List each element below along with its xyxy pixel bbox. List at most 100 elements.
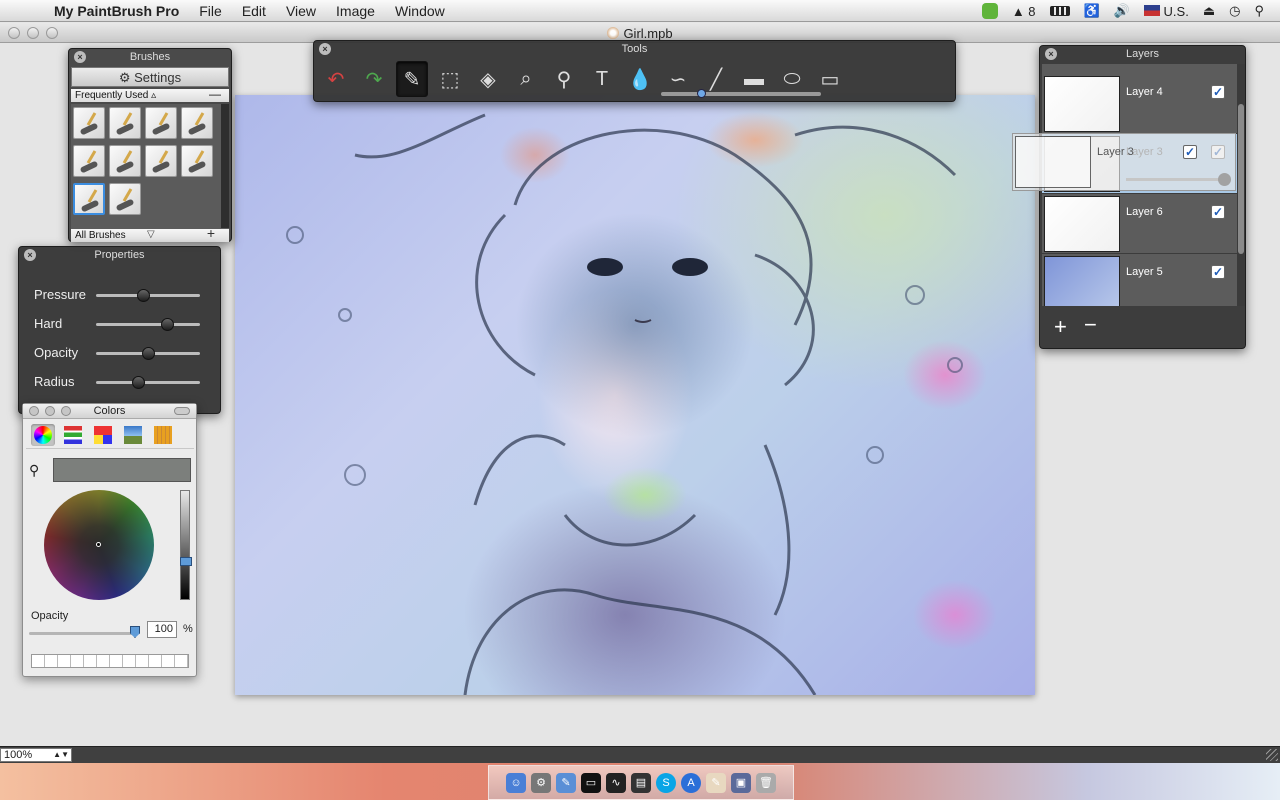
tool-zoom[interactable]: ⚲: [548, 61, 580, 97]
brush-8[interactable]: [181, 145, 213, 177]
system-preferences-icon[interactable]: ⚙: [531, 772, 551, 793]
pressure-slider-knob[interactable]: [136, 289, 150, 302]
tool-fill[interactable]: ◈: [472, 61, 504, 97]
app-store-icon[interactable]: A: [681, 772, 701, 793]
input-source-menu[interactable]: U.S.: [1143, 4, 1189, 19]
brush-1[interactable]: [73, 107, 105, 139]
zoom-stepper-icon[interactable]: ▲▼: [53, 749, 69, 761]
brush-6[interactable]: [109, 145, 141, 177]
terminal-icon[interactable]: ▭: [581, 772, 601, 793]
close-icon[interactable]: ×: [319, 43, 331, 55]
volume-icon[interactable]: 🔊: [1114, 3, 1130, 19]
hard-slider[interactable]: [96, 318, 200, 331]
tool-undo[interactable]: ↶: [320, 61, 352, 97]
close-icon[interactable]: ×: [74, 51, 86, 63]
paintbrush-icon[interactable]: ✎: [706, 772, 726, 793]
menu-view[interactable]: View: [276, 3, 326, 19]
menu-edit[interactable]: Edit: [232, 3, 276, 19]
zoom-colors-button[interactable]: [61, 406, 71, 416]
color-opacity-knob[interactable]: [130, 626, 140, 638]
layer-row[interactable]: Layer 4 ✓: [1042, 74, 1237, 134]
resize-grip[interactable]: [1266, 749, 1278, 761]
brush-10[interactable]: [109, 183, 141, 215]
brush-5[interactable]: [73, 145, 105, 177]
color-wheel-tab[interactable]: [31, 423, 55, 446]
brush-2[interactable]: [109, 107, 141, 139]
radius-slider[interactable]: [96, 376, 200, 389]
pressure-slider[interactable]: [96, 289, 200, 302]
tool-select[interactable]: ⬚: [434, 61, 466, 97]
current-color-swatch[interactable]: [53, 458, 191, 482]
magnifier-icon[interactable]: ⚲: [29, 462, 39, 479]
brush-scrollbar[interactable]: [221, 104, 229, 228]
zoom-select[interactable]: 100% ▲▼: [0, 748, 72, 762]
preview-icon[interactable]: ▣: [731, 772, 751, 793]
evernote-icon[interactable]: [981, 3, 998, 19]
collapse-group-icon[interactable]: —: [209, 88, 221, 101]
adobe-notifications[interactable]: ▲ 8: [1012, 4, 1036, 19]
close-icon[interactable]: ×: [1045, 48, 1057, 60]
color-palettes-tab[interactable]: [91, 424, 115, 446]
tool-eyedropper[interactable]: ⌕: [510, 61, 542, 97]
radius-slider-knob[interactable]: [131, 376, 145, 389]
toolbar-toggle-button[interactable]: [174, 407, 190, 415]
tool-text[interactable]: T: [586, 61, 618, 97]
saved-swatches[interactable]: [31, 654, 189, 668]
brush-group-header[interactable]: Frequently Used ▵ —: [71, 88, 229, 102]
console-icon[interactable]: ▤: [631, 772, 651, 793]
tool-brush[interactable]: ✎: [396, 61, 428, 97]
tool-drop[interactable]: 💧: [624, 61, 656, 97]
activity-monitor-icon[interactable]: ∿: [606, 772, 626, 793]
hard-slider-knob[interactable]: [160, 318, 174, 331]
chevron-down-icon[interactable]: ▽: [147, 228, 155, 241]
menu-image[interactable]: Image: [326, 3, 385, 19]
menu-window[interactable]: Window: [385, 3, 455, 19]
spotlight-search-icon[interactable]: ⚲: [1254, 3, 1264, 19]
stroke-width-slider[interactable]: [661, 89, 821, 98]
minimize-colors-button[interactable]: [45, 406, 55, 416]
close-icon[interactable]: ×: [24, 249, 36, 261]
layer-scrollbar[interactable]: [1237, 64, 1245, 306]
color-sliders-tab[interactable]: [61, 424, 85, 446]
layer-visibility-checkbox[interactable]: ✓: [1211, 85, 1225, 99]
trash-icon[interactable]: 🗑: [756, 772, 776, 793]
brush-7[interactable]: [145, 145, 177, 177]
image-palettes-tab[interactable]: [121, 424, 145, 446]
clock-icon[interactable]: ◷: [1229, 3, 1240, 19]
crayons-tab[interactable]: [151, 424, 175, 446]
brush-library-footer[interactable]: All Brushes ▽ +: [71, 226, 229, 242]
color-wheel[interactable]: [44, 490, 154, 600]
add-layer-button[interactable]: +: [1054, 314, 1067, 340]
opacity-slider[interactable]: [96, 347, 200, 360]
accessibility-icon[interactable]: ♿: [1084, 3, 1100, 19]
layer-scroll-thumb[interactable]: [1238, 104, 1244, 254]
layer-visibility-checkbox[interactable]: ✓: [1211, 205, 1225, 219]
brush-4[interactable]: [181, 107, 213, 139]
menu-file[interactable]: File: [189, 3, 232, 19]
color-opacity-slider[interactable]: [29, 626, 140, 638]
brightness-knob[interactable]: [180, 557, 192, 566]
remove-layer-button[interactable]: −: [1084, 312, 1097, 338]
finder-icon[interactable]: ☺: [506, 772, 526, 793]
eject-icon[interactable]: ⏏: [1203, 3, 1215, 19]
xcode-icon[interactable]: ✎: [556, 772, 576, 793]
close-colors-button[interactable]: [29, 406, 39, 416]
brush-settings-button[interactable]: ⚙ Settings: [71, 67, 229, 87]
color-picker-dot[interactable]: [96, 542, 101, 547]
opacity-slider-knob[interactable]: [142, 347, 155, 360]
tool-redo[interactable]: ↷: [358, 61, 390, 97]
layer-row[interactable]: Layer 6 ✓: [1042, 194, 1237, 254]
brightness-slider[interactable]: [180, 490, 192, 600]
app-menu[interactable]: My PaintBrush Pro: [40, 3, 189, 19]
drawing-canvas[interactable]: [235, 95, 1035, 695]
brush-9[interactable]: [73, 183, 105, 215]
battery-icon[interactable]: [1049, 6, 1070, 16]
skype-icon[interactable]: S: [656, 772, 676, 793]
opacity-value-input[interactable]: 100: [147, 621, 177, 638]
stroke-width-knob[interactable]: [697, 89, 706, 98]
layer-row[interactable]: Layer 5 ✓: [1042, 254, 1237, 306]
layer-visibility-checkbox[interactable]: ✓: [1211, 265, 1225, 279]
colors-panel: Colors ⚲ Opacity 100 %: [22, 403, 197, 677]
brush-3[interactable]: [145, 107, 177, 139]
add-brush-icon[interactable]: +: [207, 226, 215, 240]
